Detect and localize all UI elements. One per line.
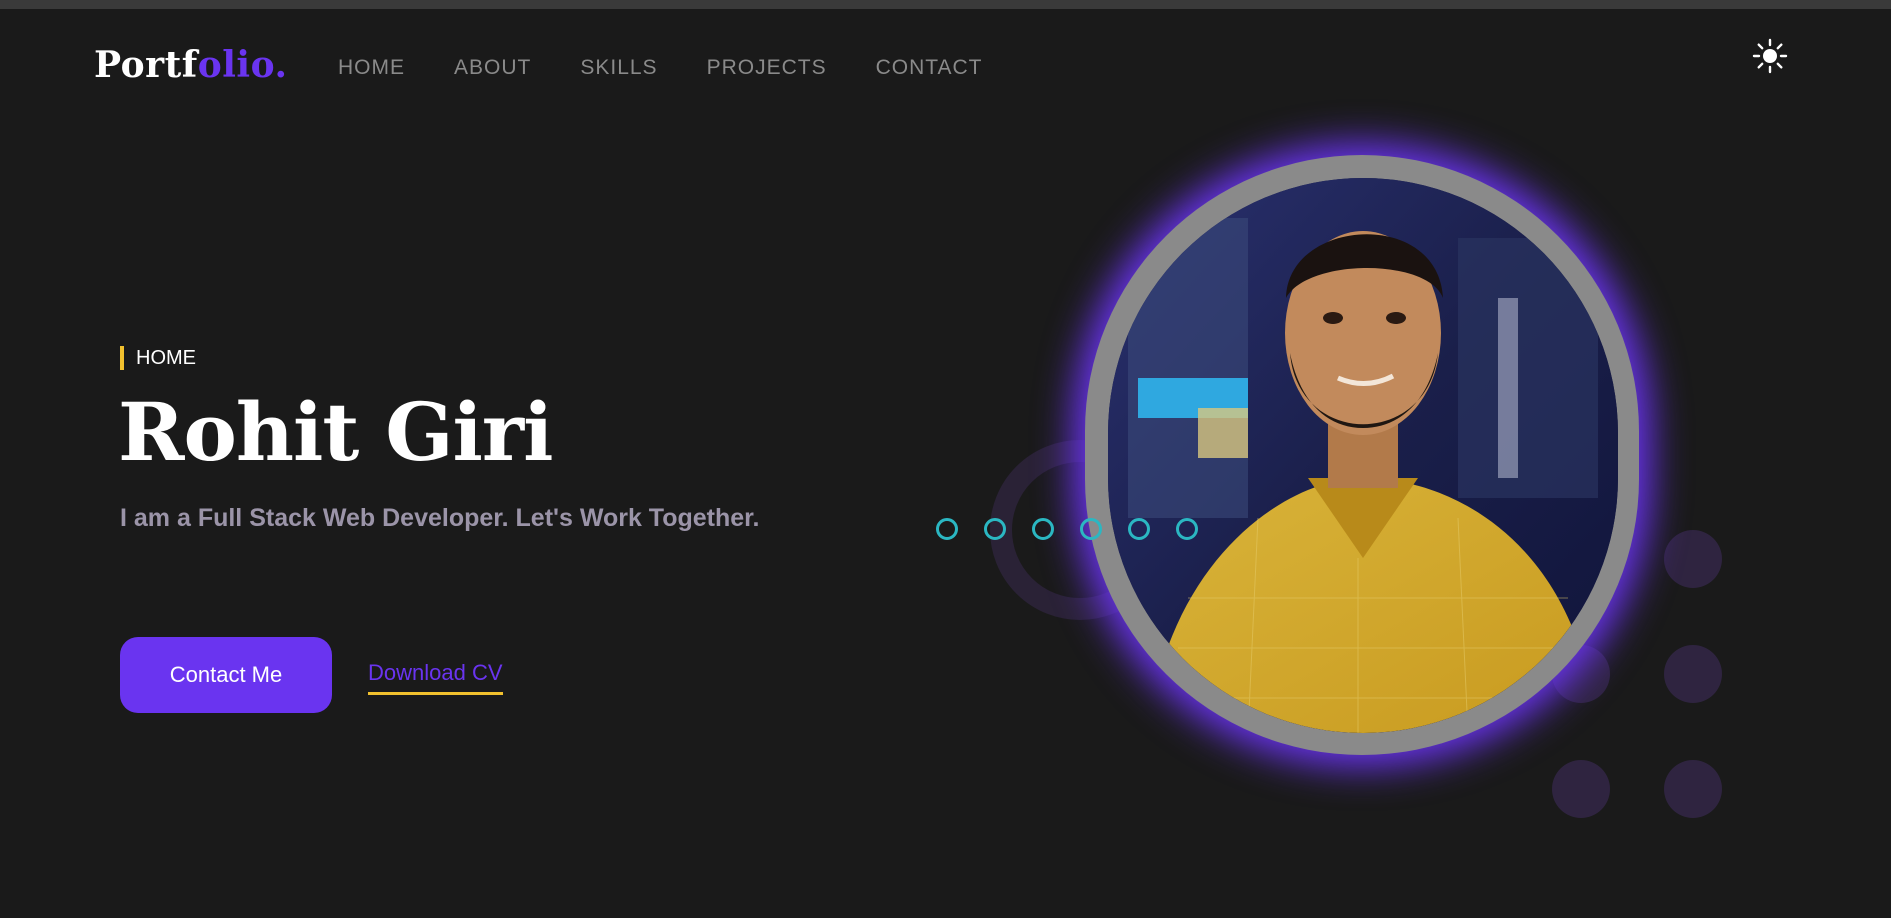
decorative-dot (1664, 760, 1722, 818)
profile-photo (1108, 178, 1618, 733)
logo-part-3: . (274, 44, 288, 86)
nav-skills[interactable]: SKILLS (580, 56, 657, 80)
hero-tagline: I am a Full Stack Web Developer. Let's W… (120, 504, 760, 532)
carousel-dot[interactable] (1080, 518, 1102, 540)
section-label: HOME (120, 346, 196, 370)
sun-icon (1752, 38, 1788, 74)
carousel-dot[interactable] (984, 518, 1006, 540)
carousel-dot[interactable] (1176, 518, 1198, 540)
logo-part-1: Portf (94, 44, 198, 86)
nav-contact[interactable]: CONTACT (876, 56, 983, 80)
main-nav: HOME ABOUT SKILLS PROJECTS CONTACT (338, 56, 983, 80)
decorative-dot (1664, 645, 1722, 703)
decorative-dot (1552, 760, 1610, 818)
nav-projects[interactable]: PROJECTS (707, 56, 827, 80)
logo[interactable]: Portfolio. (94, 44, 288, 86)
theme-toggle-button[interactable] (1752, 38, 1788, 74)
browser-top-strip (0, 0, 1891, 9)
carousel-dot[interactable] (1128, 518, 1150, 540)
download-cv-link[interactable]: Download CV (368, 660, 503, 695)
hero-name: Rohit Giri (118, 385, 553, 479)
logo-part-2: olio (197, 44, 275, 86)
carousel-indicators (936, 518, 1198, 540)
nav-home[interactable]: HOME (338, 56, 405, 80)
carousel-dot[interactable] (1032, 518, 1054, 540)
section-label-text: HOME (136, 346, 196, 369)
contact-me-button[interactable]: Contact Me (120, 637, 332, 713)
profile-photo-illustration (1108, 178, 1618, 733)
eyebrow-accent-bar (120, 346, 124, 370)
carousel-dot[interactable] (936, 518, 958, 540)
nav-about[interactable]: ABOUT (454, 56, 531, 80)
decorative-dot (1664, 530, 1722, 588)
